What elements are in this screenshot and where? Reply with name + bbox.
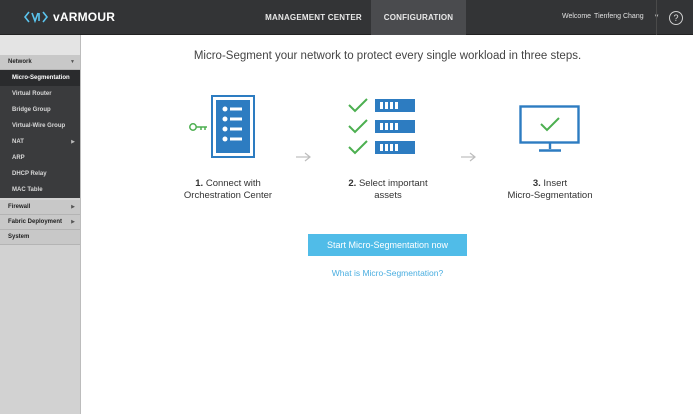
start-micro-segmentation-button[interactable]: Start Micro-Segmentation now — [308, 234, 467, 256]
chevron-right-icon: ▶ — [71, 139, 75, 145]
step-number: 2. — [348, 178, 357, 189]
chevron-right-icon: ▶ — [71, 204, 75, 210]
user-menu[interactable]: Welcome Tienfeng Chang ▼ — [562, 13, 660, 20]
sidebar-item-arp[interactable]: ARP — [0, 150, 80, 166]
step-1-label: 1. Connect with Orchestration Center — [158, 178, 298, 202]
sidebar-item-bridge-group[interactable]: Bridge Group — [0, 102, 80, 118]
monitor-check-icon — [519, 105, 580, 152]
chevron-down-icon: ▼ — [70, 59, 75, 65]
help-icon[interactable]: ? — [669, 11, 683, 25]
sidebar-group-label: Network — [8, 59, 32, 65]
user-name: Tienfeng Chang — [594, 13, 644, 20]
top-navigation: MANAGEMENT CENTER CONFIGURATION — [256, 0, 466, 35]
sidebar-item-mac-table[interactable]: MAC Table — [0, 182, 80, 198]
step-text: assets — [374, 190, 402, 201]
sidebar-group-network[interactable]: Network ▼ — [0, 55, 80, 70]
arrow-right-icon — [461, 152, 476, 162]
sidebar-group-label: Fabric Deployment — [8, 219, 63, 225]
tab-configuration[interactable]: CONFIGURATION — [371, 0, 466, 35]
divider — [656, 0, 657, 35]
welcome-label: Welcome — [562, 13, 592, 20]
step-number: 3. — [532, 178, 541, 189]
main-content: Micro-Segment your network to protect ev… — [82, 35, 693, 414]
sidebar-group-label: Firewall — [8, 204, 31, 210]
sidebar-item-nat[interactable]: NAT ▶ — [0, 134, 80, 150]
what-is-micro-segmentation-link[interactable]: What is Micro-Segmentation? — [82, 268, 693, 278]
page-headline: Micro-Segment your network to protect ev… — [193, 50, 582, 62]
step-text: Orchestration Center — [183, 190, 273, 201]
key-server-icon — [189, 95, 255, 158]
step-text: Select important — [358, 178, 428, 189]
chevron-right-icon: ▶ — [71, 219, 75, 225]
arrow-right-icon — [296, 152, 311, 162]
sidebar-group-fabric-deployment[interactable]: Fabric Deployment ▶ — [0, 215, 80, 230]
sidebar-item-dhcp-relay[interactable]: DHCP Relay — [0, 166, 80, 182]
varmour-logo-icon — [24, 11, 48, 23]
sidebar-item-micro-segmentation[interactable]: Micro-Segmentation — [0, 70, 80, 86]
checked-servers-icon — [348, 98, 415, 155]
sidebar-group-label: System — [8, 234, 30, 240]
tab-management-center[interactable]: MANAGEMENT CENTER — [256, 0, 371, 35]
top-bar: vARMOUR MANAGEMENT CENTER CONFIGURATION … — [0, 0, 693, 35]
step-text: Insert — [543, 178, 568, 189]
sidebar-item-label: NAT — [12, 139, 24, 145]
step-3-label: 3. Insert Micro-Segmentation — [480, 178, 620, 202]
logo: vARMOUR — [24, 10, 115, 24]
sidebar-group-system[interactable]: System — [0, 230, 80, 245]
step-text: Connect with — [205, 178, 261, 189]
sidebar-group-firewall[interactable]: Firewall ▶ — [0, 200, 80, 215]
sidebar-network-items: Micro-Segmentation Virtual Router Bridge… — [0, 70, 80, 198]
sidebar-item-virtual-wire-group[interactable]: Virtual-Wire Group — [0, 118, 80, 134]
sidebar: Network ▼ Micro-Segmentation Virtual Rou… — [0, 35, 81, 414]
step-number: 1. — [195, 178, 204, 189]
step-text: Micro-Segmentation — [507, 190, 593, 201]
step-2-label: 2. Select important assets — [318, 178, 458, 202]
sidebar-item-virtual-router[interactable]: Virtual Router — [0, 86, 80, 102]
logo-text: vARMOUR — [53, 10, 116, 24]
sidebar-spacer — [0, 35, 80, 55]
